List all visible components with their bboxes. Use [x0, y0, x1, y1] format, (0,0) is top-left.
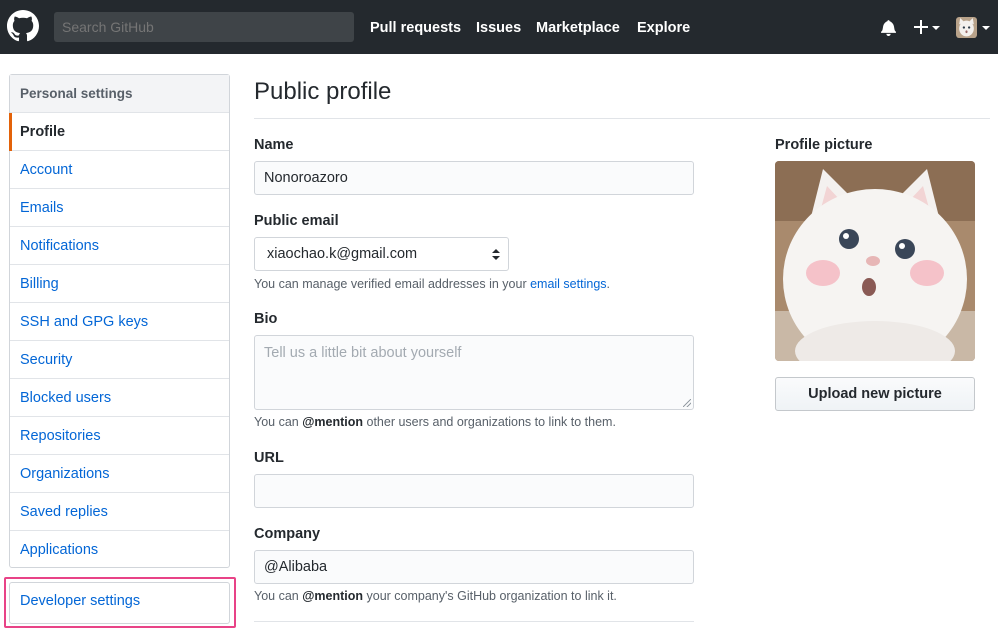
- bio-placeholder: Tell us a little bit about yourself: [264, 345, 462, 361]
- sidebar-item-repositories[interactable]: Repositories: [10, 417, 229, 455]
- sidebar-item-ssh-gpg-keys[interactable]: SSH and GPG keys: [10, 303, 229, 341]
- sidebar-item-emails[interactable]: Emails: [10, 189, 229, 227]
- title-divider: [254, 118, 990, 119]
- nav-marketplace[interactable]: Marketplace: [536, 0, 620, 54]
- sidebar-heading: Personal settings: [10, 75, 229, 113]
- sidebar-item-account[interactable]: Account: [10, 151, 229, 189]
- company-note-mention: @mention: [302, 589, 364, 603]
- user-dropdown-caret-icon[interactable]: [982, 26, 990, 30]
- bio-label: Bio: [254, 311, 278, 327]
- bell-icon[interactable]: [881, 19, 896, 36]
- bio-textarea[interactable]: Tell us a little bit about yourself: [254, 335, 694, 410]
- sidebar-item-developer-settings[interactable]: Developer settings: [20, 593, 140, 609]
- public-email-selected-value: xiaochao.k@gmail.com: [267, 246, 418, 262]
- company-note-end: your company's GitHub organization to li…: [363, 589, 617, 603]
- email-note-text: You can manage verified email addresses …: [254, 277, 531, 291]
- company-note-text: You can: [254, 589, 303, 603]
- upload-new-picture-button[interactable]: Upload new picture: [775, 377, 975, 411]
- profile-picture-label: Profile picture: [775, 137, 873, 153]
- top-navigation-bar: Pull requests Issues Marketplace Explore: [0, 0, 998, 54]
- name-field[interactable]: Nonoroazoro: [254, 161, 694, 195]
- sidebar-item-blocked-users[interactable]: Blocked users: [10, 379, 229, 417]
- email-note: You can manage verified email addresses …: [254, 277, 610, 291]
- public-email-label: Public email: [254, 213, 339, 229]
- email-settings-link[interactable]: email settings: [530, 277, 606, 291]
- plus-icon[interactable]: [914, 20, 928, 34]
- github-logo-icon[interactable]: [7, 10, 39, 42]
- name-label: Name: [254, 137, 294, 153]
- url-label: URL: [254, 450, 284, 466]
- company-label: Company: [254, 526, 321, 542]
- sidebar-item-saved-replies[interactable]: Saved replies: [10, 493, 229, 531]
- company-field[interactable]: @Alibaba: [254, 550, 694, 584]
- form-divider: [254, 621, 694, 622]
- bio-note-end: other users and organizations to link to…: [363, 415, 616, 429]
- nav-issues[interactable]: Issues: [476, 0, 521, 54]
- bio-note-mention: @mention: [302, 415, 364, 429]
- bio-note-text: You can: [254, 415, 303, 429]
- public-email-select[interactable]: xiaochao.k@gmail.com: [254, 237, 509, 271]
- company-note: You can @mention your company's GitHub o…: [254, 589, 617, 603]
- bio-note: You can @mention other users and organiz…: [254, 415, 616, 429]
- url-field[interactable]: [254, 474, 694, 508]
- email-note-end: .: [606, 277, 611, 291]
- profile-picture-image: [775, 161, 975, 361]
- sidebar-item-applications[interactable]: Applications: [10, 531, 229, 569]
- page-title: Public profile: [254, 78, 392, 105]
- user-avatar[interactable]: [956, 17, 977, 38]
- sidebar-item-notifications[interactable]: Notifications: [10, 227, 229, 265]
- settings-sidebar: Personal settings Profile Account Emails…: [9, 74, 230, 568]
- sidebar-item-billing[interactable]: Billing: [10, 265, 229, 303]
- nav-pull-requests[interactable]: Pull requests: [370, 0, 461, 54]
- sidebar-item-profile[interactable]: Profile: [9, 113, 229, 151]
- resize-handle-icon[interactable]: [683, 399, 691, 407]
- select-arrows-icon: [492, 249, 500, 261]
- search-input[interactable]: [54, 12, 354, 42]
- sidebar-item-organizations[interactable]: Organizations: [10, 455, 229, 493]
- sidebar-item-security[interactable]: Security: [10, 341, 229, 379]
- nav-explore[interactable]: Explore: [637, 0, 690, 54]
- plus-dropdown-caret-icon[interactable]: [932, 26, 940, 30]
